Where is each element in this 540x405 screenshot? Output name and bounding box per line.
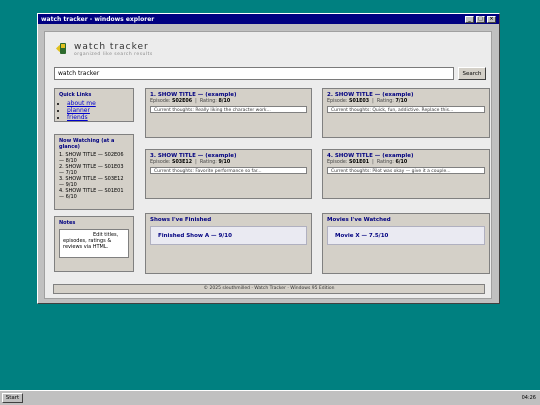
quick-links-title: Quick Links: [59, 92, 92, 98]
window-title: watch tracker - windows explorer: [41, 15, 155, 23]
movies-title: Movies I've Watched: [327, 217, 391, 223]
show-card[interactable]: 4. SHOW TITLE — (example) Episode: S01E0…: [322, 149, 490, 199]
notes-title: Notes: [59, 220, 76, 226]
thoughts-box: Current thoughts: Quick, fun, addictive.…: [327, 106, 485, 113]
site-header: watch tracker organized like search resu…: [55, 42, 153, 57]
quick-links-panel: Quick Links about me planner friends: [54, 88, 134, 122]
site-title: watch tracker: [74, 42, 149, 52]
link-about-me[interactable]: about me: [67, 100, 96, 107]
page-footer: © 2025 sleuthmilled · Watch Tracker · Wi…: [53, 284, 485, 294]
show-title: 2. SHOW TITLE — (example): [327, 92, 414, 98]
now-watching-title: Now Watching (at a glance): [59, 138, 115, 150]
finished-title: Shows I've Finished: [150, 217, 212, 223]
search-bar: Search: [54, 67, 486, 80]
maximize-button[interactable]: □: [476, 15, 485, 23]
page-content: watch tracker organized like search resu…: [44, 31, 492, 299]
show-meta: Episode: S01E03 | Rating: 7/10: [327, 99, 408, 104]
start-button[interactable]: Start: [2, 393, 23, 403]
movies-panel: Movies I've Watched Movie X — 7.5/10: [322, 213, 490, 274]
search-input[interactable]: [54, 67, 454, 80]
window-titlebar[interactable]: watch tracker - windows explorer _ □ ×: [38, 14, 499, 24]
show-title: 4. SHOW TITLE — (example): [327, 153, 414, 159]
now-watching-item: 2. SHOW TITLE — S01E03 — 7/10: [59, 164, 124, 176]
movie-item[interactable]: Movie X — 7.5/10: [327, 226, 485, 245]
show-card[interactable]: 2. SHOW TITLE — (example) Episode: S01E0…: [322, 88, 490, 138]
show-card[interactable]: 3. SHOW TITLE — (example) Episode: S03E1…: [145, 149, 312, 199]
link-friends[interactable]: friends: [67, 114, 88, 121]
tracker-logo-icon: [55, 42, 69, 57]
notes-text: Edit titles, episodes, ratings & reviews…: [59, 229, 129, 258]
show-title: 1. SHOW TITLE — (example): [150, 92, 237, 98]
finished-shows-panel: Shows I've Finished Finished Show A — 9/…: [145, 213, 312, 274]
thoughts-box: Current thoughts: Favorite performance s…: [150, 167, 307, 174]
episode-code: S01E03: [349, 99, 370, 104]
taskbar: Start 04:26: [0, 390, 540, 405]
rating-value: 9/10: [218, 160, 231, 165]
search-button[interactable]: Search: [458, 67, 486, 80]
thoughts-box: Current thoughts: Really liking the char…: [150, 106, 307, 113]
episode-code: S01E01: [349, 160, 370, 165]
minimize-button[interactable]: _: [465, 15, 474, 23]
now-watching-item: 3. SHOW TITLE — S03E12 — 9/10: [59, 176, 124, 188]
notes-panel: Notes Edit titles, episodes, ratings & r…: [54, 216, 134, 272]
show-meta: Episode: S01E01 | Rating: 6/10: [327, 160, 408, 165]
now-watching-panel: Now Watching (at a glance) 1. SHOW TITLE…: [54, 134, 134, 210]
taskbar-clock: 04:26: [521, 395, 536, 401]
rating-value: 8/10: [218, 99, 231, 104]
episode-code: S03E12: [172, 160, 193, 165]
window-controls: _ □ ×: [465, 15, 496, 23]
now-watching-item: 1. SHOW TITLE — S02E06 — 8/10: [59, 152, 124, 164]
show-card[interactable]: 1. SHOW TITLE — (example) Episode: S02E0…: [145, 88, 312, 138]
episode-code: S02E06: [172, 99, 193, 104]
finished-show-item[interactable]: Finished Show A — 9/10: [150, 226, 307, 245]
rating-value: 6/10: [395, 160, 408, 165]
site-tagline: organized like search results: [74, 52, 153, 57]
show-title: 3. SHOW TITLE — (example): [150, 153, 237, 159]
explorer-window: watch tracker - windows explorer _ □ × w…: [37, 13, 500, 304]
link-planner[interactable]: planner: [67, 107, 90, 114]
now-watching-item: 4. SHOW TITLE — S01E01 — 6/10: [59, 188, 124, 200]
show-meta: Episode: S02E06 | Rating: 8/10: [150, 99, 231, 104]
thoughts-box: Current thoughts: Pilot was okay — give …: [327, 167, 485, 174]
rating-value: 7/10: [395, 99, 408, 104]
show-meta: Episode: S03E12 | Rating: 9/10: [150, 160, 231, 165]
close-button[interactable]: ×: [487, 15, 496, 23]
